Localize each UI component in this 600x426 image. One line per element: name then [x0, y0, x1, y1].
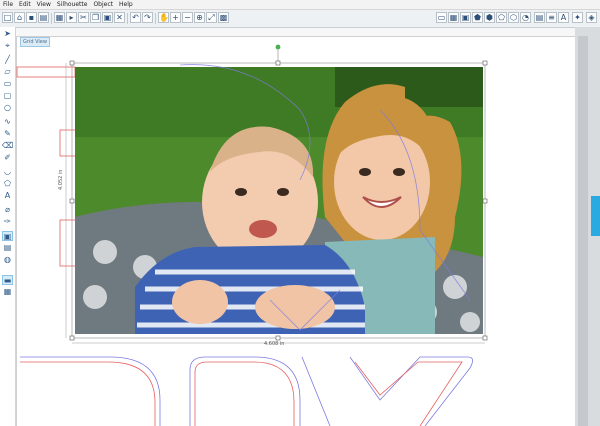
- height-measurement: 4.052 in: [58, 169, 64, 190]
- children-photo[interactable]: [75, 67, 483, 334]
- width-measurement: 4.608 in: [264, 341, 285, 347]
- photo-illustration: [75, 67, 483, 334]
